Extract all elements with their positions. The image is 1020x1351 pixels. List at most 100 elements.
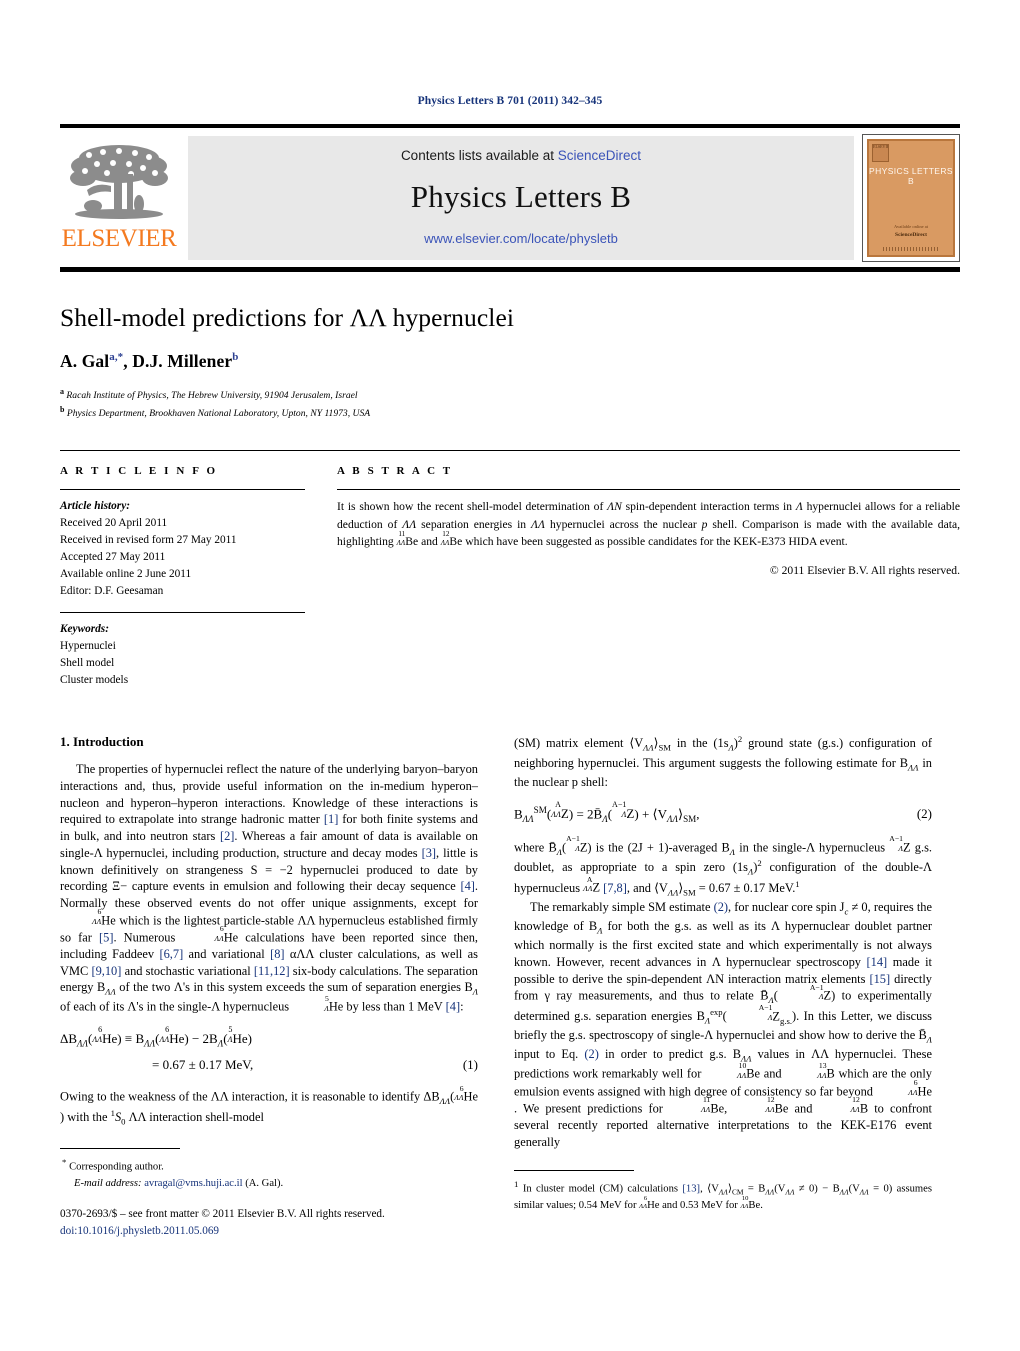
- text-run: = 0.67 ± 0.17 MeV.: [695, 880, 796, 895]
- page-title: Shell-model predictions for ΛΛ hypernucl…: [60, 303, 515, 332]
- citation-5[interactable]: [5]: [99, 930, 113, 944]
- equation-1: ΔBΛΛ(6 ΛΛ He) ≡ BΛΛ(6 ΛΛ He) − 2BΛ(5 Λ He) = 0…: [60, 1026, 478, 1078]
- cover-barcode: [883, 247, 939, 251]
- nuclide-sub: ΛΛ: [92, 916, 102, 926]
- abstract-p1: It is shown how the recent shell-model d…: [337, 500, 608, 514]
- keywords-label: Keywords:: [60, 622, 109, 635]
- email-link[interactable]: avragal@vms.huji.ac.il: [144, 1178, 242, 1189]
- right-footnotes: 1 In cluster model (CM) calculations [13…: [514, 1170, 932, 1214]
- section-1-title: 1. Introduction: [60, 734, 144, 750]
- citation-7-8[interactable]: [7,8]: [603, 881, 627, 895]
- cover-footer: Available online at ScienceDirect: [869, 224, 953, 239]
- citation-2[interactable]: [2]: [220, 829, 234, 843]
- nuclide-13-lambdalambda-b: 13 ΛΛ B: [817, 1061, 835, 1082]
- nuclide-sub: ΛΛ: [396, 538, 406, 547]
- front-matter-block: 0370-2693/$ – see front matter © 2011 El…: [60, 1206, 478, 1240]
- equation-2-reference[interactable]: (2): [584, 1047, 598, 1061]
- corresponding-text: Corresponding author.: [69, 1161, 164, 1173]
- equation-2-number: (2): [916, 805, 932, 821]
- nuclide-5-lambda-he: 5 Λ He: [324, 993, 344, 1014]
- nuclide-mass: 11: [398, 529, 406, 538]
- nuclide-6-lambdalambda-he: 6 ΛΛ He: [639, 1194, 660, 1212]
- nuclide-10-lambdalambda-be: 10 ΛΛ Be: [737, 1061, 761, 1082]
- citation-4[interactable]: [4]: [460, 879, 474, 893]
- history-item: Accepted 27 May 2011: [60, 550, 166, 563]
- doi-link[interactable]: doi:10.1016/j.physletb.2011.05.069: [60, 1223, 478, 1240]
- abstract-lambda: Λ: [795, 500, 803, 514]
- nuclide-6-lambdalambda-he: 6 ΛΛ He: [908, 1078, 932, 1099]
- citation-14[interactable]: [14]: [867, 955, 888, 969]
- text-run: (V: [774, 1184, 786, 1196]
- text-run: .: [760, 1200, 763, 1212]
- equation-2: BΛΛSM(A ΛΛ Z) = 2B̄Λ(A−1 Λ Z) + ⟨VΛΛ⟩SM, (2): [514, 801, 932, 828]
- author-2-affil-marker[interactable]: b: [232, 351, 238, 363]
- article-history: Article history: Received 20 April 2011 …: [60, 498, 305, 600]
- keyword-item: Cluster models: [60, 673, 129, 686]
- text-run: by less than 1 MeV: [343, 999, 446, 1014]
- citation-8[interactable]: [8]: [270, 947, 284, 961]
- text-run: in the (1s: [670, 736, 729, 751]
- citation-1[interactable]: [1]: [324, 812, 338, 826]
- divider: [337, 489, 960, 491]
- citation-6-7[interactable]: [6,7]: [159, 947, 183, 961]
- abstract-column: A B S T R A C T It is shown how the rece…: [337, 465, 960, 688]
- keyword-item: Shell model: [60, 656, 115, 669]
- equation-2-reference[interactable]: (2): [714, 900, 728, 914]
- info-abstract-section: A R T I C L E I N F O Article history: R…: [60, 450, 960, 688]
- citation-9-10[interactable]: [9,10]: [91, 964, 121, 978]
- text-run: ΛΛ interaction shell-model: [125, 1110, 264, 1125]
- abstract-p7: and: [418, 535, 441, 549]
- paragraph-5: The remarkably simple SM estimate (2), f…: [514, 899, 933, 1149]
- nuclide-mass: 6: [97, 907, 102, 917]
- text-run: , for nuclear core spin J: [728, 899, 845, 914]
- abstract-p2: spin-dependent interaction terms in: [621, 500, 796, 514]
- nuclide-6-lambdalambda-he: 6 ΛΛ He: [454, 1083, 478, 1104]
- nuclide-6-lambdalambda-he: 6 ΛΛ He: [182, 925, 238, 946]
- left-footnotes: * Corresponding author. E-mail address: …: [60, 1148, 478, 1240]
- citation-4[interactable]: [4]: [446, 1000, 460, 1014]
- citation-11-12[interactable]: [11,12]: [254, 964, 290, 978]
- citation-15[interactable]: [15]: [869, 972, 890, 986]
- affiliation-b: b Physics Department, Brookhaven Nationa…: [60, 404, 960, 422]
- affiliation-a-marker: a: [60, 387, 64, 396]
- keyword-item: Hypernuclei: [60, 639, 116, 652]
- affiliations: a Racah Institute of Physics, The Hebrew…: [60, 386, 960, 422]
- footnote-1-marker: 1: [514, 1179, 519, 1190]
- sciencedirect-link[interactable]: ScienceDirect: [558, 148, 641, 163]
- author-1: A. Gal: [60, 351, 110, 371]
- abstract-ll1: ΛΛ: [402, 517, 417, 531]
- journal-masthead: ELSEVIER Contents lists available at Sci…: [60, 124, 960, 272]
- nuclide-11-lambdalambda-be: 11 ΛΛ Be: [396, 529, 419, 551]
- journal-url-link[interactable]: www.elsevier.com/locate/physletb: [424, 231, 618, 246]
- divider: [60, 611, 305, 613]
- running-head: Physics Letters B 701 (2011) 342–345: [417, 95, 603, 107]
- text-run: , ⟨V: [700, 1184, 719, 1196]
- text-run: ,: [724, 1101, 734, 1116]
- citation-3[interactable]: [3]: [422, 846, 436, 860]
- footnote-divider: [60, 1148, 180, 1150]
- text-run: . Numerous: [113, 930, 183, 945]
- paragraph-3: (SM) matrix element ⟨VΛΛ⟩SM in the (1sΛ)…: [514, 734, 932, 789]
- cover-editor-label: Available online at: [894, 224, 928, 229]
- text-run: in the single-Λ hypernucleus: [735, 840, 890, 855]
- author-1-affil-marker[interactable]: a,*: [109, 351, 123, 363]
- history-item: Received in revised form 27 May 2011: [60, 533, 237, 546]
- text-run: The remarkably simple SM estimate: [530, 899, 714, 914]
- nuclide-element: He: [101, 913, 116, 928]
- footnote-divider: [514, 1170, 634, 1172]
- keywords-block: Keywords: Hypernuclei Shell model Cluste…: [60, 621, 305, 689]
- abstract-p4: separation energies in: [416, 517, 532, 531]
- text-run: with the: [64, 1110, 111, 1125]
- equation-2-line: BΛΛSM(A ΛΛ Z) = 2B̄Λ(A−1 Λ Z) + ⟨VΛΛ⟩SM, (2): [514, 801, 932, 828]
- citation-13[interactable]: [13]: [682, 1184, 700, 1195]
- nuclide-sub: ΛΛ: [440, 538, 450, 547]
- article-info-heading: A R T I C L E I N F O: [60, 465, 218, 478]
- cover-inner: ELSEVIER PHYSICS LETTERS B Available onl…: [867, 139, 955, 257]
- text-run: (SM) matrix element ⟨V: [514, 736, 644, 751]
- affiliation-a: a Racah Institute of Physics, The Hebrew…: [60, 386, 960, 404]
- text-run: and stochastic variational: [121, 963, 254, 978]
- nuclide-12-lambdalambda-be: 12 ΛΛ Be: [440, 530, 463, 551]
- text-run: of each of its Λ's in the single-Λ hyper…: [60, 999, 293, 1014]
- abstract-heading: A B S T R A C T: [337, 465, 453, 478]
- nuclide-sub: ΛΛ: [214, 933, 224, 943]
